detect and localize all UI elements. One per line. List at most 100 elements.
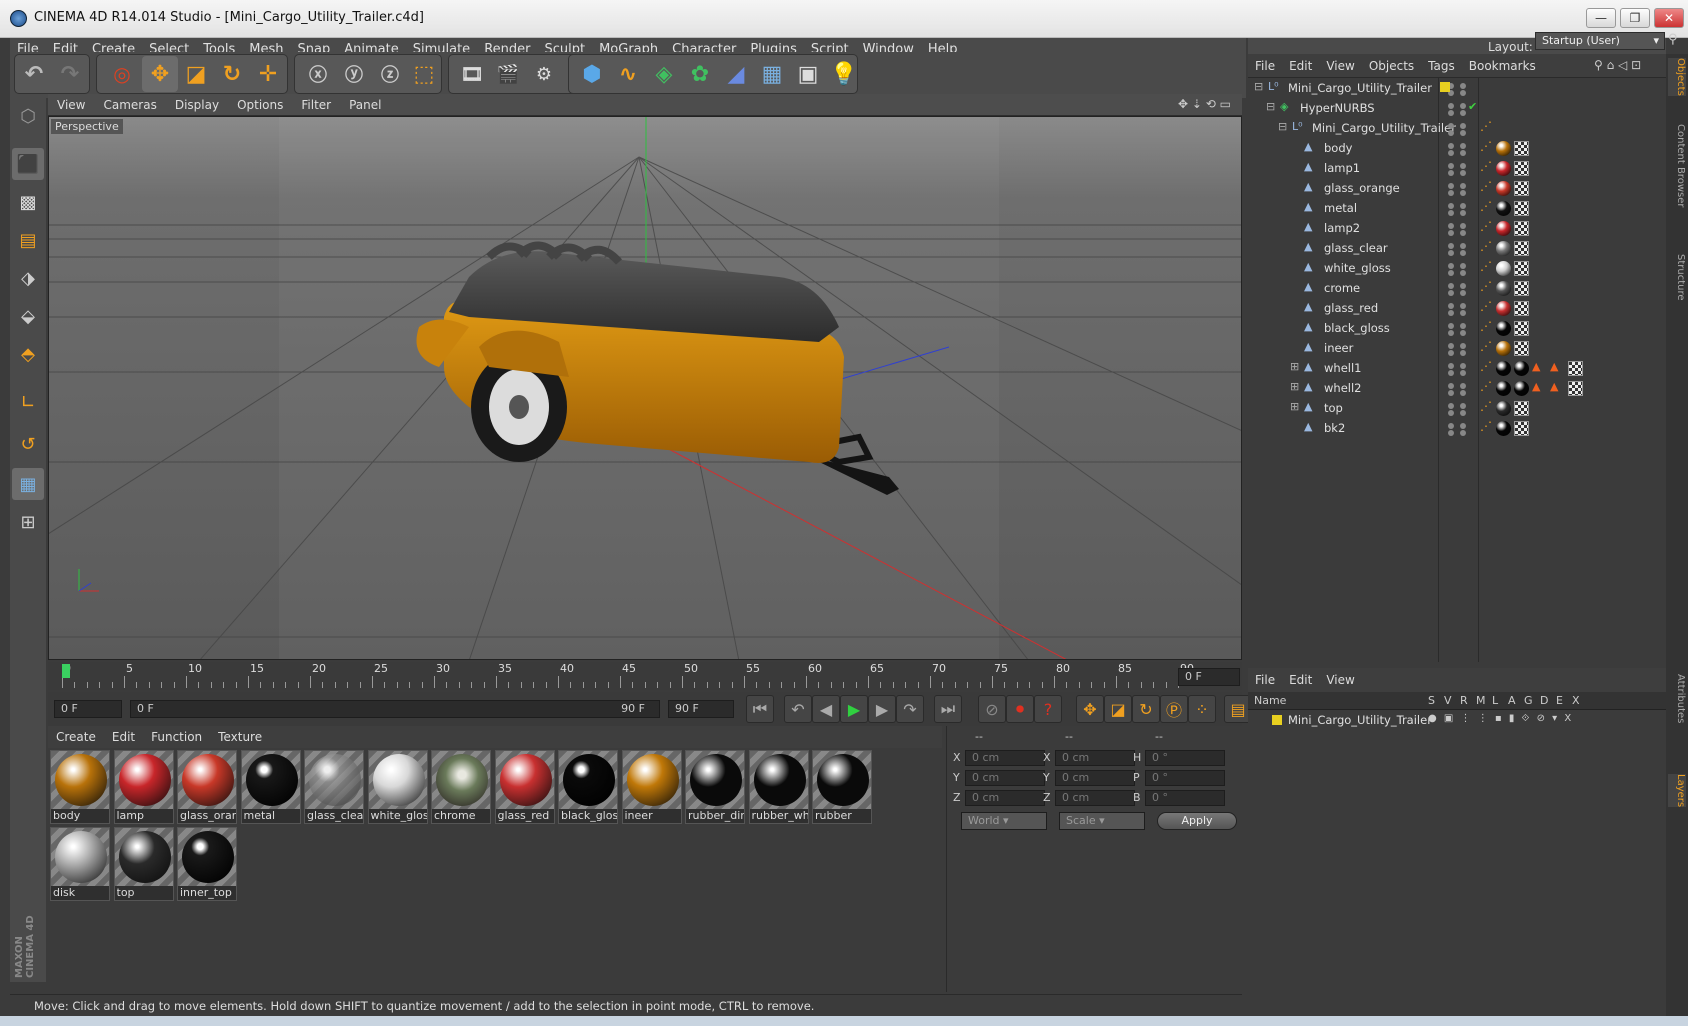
visibility-dot[interactable] (1448, 290, 1454, 296)
timeline-ruler[interactable]: 051015202530354045505560657075808590 (48, 662, 1242, 690)
light-icon[interactable]: 💡 (826, 56, 862, 92)
undo-icon[interactable]: ↶ (16, 56, 52, 92)
object-row[interactable]: ▲ glass_clear ⋰ (1248, 238, 1666, 258)
visibility-dot[interactable] (1448, 430, 1454, 436)
visibility-dot[interactable] (1460, 363, 1466, 369)
uvw-tag-icon[interactable] (1514, 241, 1529, 256)
visibility-dot[interactable] (1448, 330, 1454, 336)
uvw-tag-icon[interactable] (1514, 261, 1529, 276)
visibility-dot[interactable] (1448, 123, 1454, 129)
points-mode-icon[interactable]: ⬗ (12, 262, 44, 294)
visibility-dot[interactable] (1460, 390, 1466, 396)
warning-icon[interactable]: ▲ (1550, 360, 1558, 373)
material-swatch[interactable]: rubber (812, 750, 872, 824)
collapse-icon[interactable]: ⊟ (1266, 100, 1275, 113)
layer-color-swatch[interactable] (1272, 715, 1282, 725)
object-menu-view[interactable]: View (1319, 54, 1361, 78)
key-rotation-icon[interactable]: ↻ (1132, 695, 1160, 723)
layer-menu-file[interactable]: File (1248, 668, 1282, 692)
redo-icon[interactable]: ↷ (52, 56, 88, 92)
visibility-dot[interactable] (1448, 210, 1454, 216)
object-row[interactable]: ▲ glass_orange ⋰ (1248, 178, 1666, 198)
visibility-dot[interactable] (1448, 350, 1454, 356)
material-swatch[interactable]: white_glos (367, 750, 428, 824)
close-button[interactable]: ✕ (1654, 8, 1684, 28)
viewport-nav-icons[interactable]: ✥ ⇣ ⟲ ▭ (1178, 97, 1231, 111)
visibility-dot[interactable] (1460, 150, 1466, 156)
coord-value-field[interactable]: 0 cm (1055, 770, 1135, 786)
uvw-tag-icon[interactable] (1514, 181, 1529, 196)
expand-icon[interactable]: ⊞ (1290, 380, 1299, 393)
material-swatch[interactable]: chrome (431, 750, 491, 824)
visibility-dot[interactable] (1460, 243, 1466, 249)
x-axis-icon[interactable]: ⓧ (300, 56, 336, 92)
floor-icon[interactable]: ▦ (754, 56, 790, 92)
recent-tool-icon[interactable]: ✛ (250, 56, 286, 92)
visibility-dot[interactable] (1460, 423, 1466, 429)
object-row[interactable]: ▲ body ⋰ (1248, 138, 1666, 158)
material-tag-icon[interactable] (1496, 241, 1511, 256)
visibility-dot[interactable] (1448, 190, 1454, 196)
visibility-dot[interactable] (1448, 263, 1454, 269)
visibility-dot[interactable] (1460, 230, 1466, 236)
object-row[interactable]: ▲ metal ⋰ (1248, 198, 1666, 218)
layer-column-x[interactable]: X (1572, 694, 1580, 707)
phong-tag-icon[interactable]: ⋰ (1480, 199, 1492, 213)
collapse-icon[interactable]: ⊟ (1278, 120, 1287, 133)
autokey-icon[interactable]: ⏺ (1006, 695, 1034, 723)
key-position-icon[interactable]: ✥ (1076, 695, 1104, 723)
visibility-dot[interactable] (1448, 343, 1454, 349)
render-view-icon[interactable]: 🎞 (454, 56, 490, 92)
visibility-dot[interactable] (1448, 423, 1454, 429)
material-tag-icon[interactable] (1496, 181, 1511, 196)
object-row[interactable]: ▲ ineer ⋰ (1248, 338, 1666, 358)
cube-icon[interactable]: ⬢ (574, 56, 610, 92)
phong-tag-icon[interactable]: ⋰ (1480, 139, 1492, 153)
visibility-dot[interactable] (1460, 383, 1466, 389)
spline-pen-icon[interactable]: ∿ (610, 56, 646, 92)
viewport-menu-view[interactable]: View (48, 94, 94, 116)
material-tag-icon[interactable] (1496, 321, 1511, 336)
material-tag-icon[interactable] (1496, 281, 1511, 296)
object-row[interactable]: ▲ white_gloss ⋰ (1248, 258, 1666, 278)
record-keys-icon[interactable]: ⊘ (978, 695, 1006, 723)
phong-tag-icon[interactable]: ⋰ (1480, 159, 1492, 173)
material-swatch[interactable]: lamp (113, 750, 174, 824)
layer-column-a[interactable]: A (1508, 694, 1516, 707)
viewport-menu-cameras[interactable]: Cameras (94, 94, 165, 116)
end-frame-field[interactable]: 90 F (668, 700, 734, 718)
visibility-dot[interactable] (1460, 410, 1466, 416)
visibility-dot[interactable] (1460, 270, 1466, 276)
visibility-dot[interactable] (1448, 270, 1454, 276)
visibility-dot[interactable] (1460, 343, 1466, 349)
visibility-dot[interactable] (1448, 250, 1454, 256)
material-tag-icon[interactable] (1496, 201, 1511, 216)
previous-frame-icon[interactable]: ◀ (812, 695, 840, 723)
visibility-dot[interactable] (1460, 143, 1466, 149)
material-tag-icon[interactable] (1496, 401, 1511, 416)
uvw-tag-icon[interactable] (1568, 381, 1583, 396)
goto-previous-key-icon[interactable]: ↶ (784, 695, 812, 723)
coord-value-field[interactable]: 0 cm (1055, 750, 1135, 766)
phong-tag-icon[interactable]: ⋰ (1480, 219, 1492, 233)
array-icon[interactable]: ✿ (682, 56, 718, 92)
deformer-icon[interactable]: ◢ (718, 56, 754, 92)
start-frame-field[interactable]: 0 F (54, 700, 122, 718)
material-tag-icon[interactable] (1496, 301, 1511, 316)
visibility-dot[interactable] (1460, 370, 1466, 376)
material-tag-icon[interactable] (1496, 421, 1511, 436)
key-scale-icon[interactable]: ◪ (1104, 695, 1132, 723)
visibility-dot[interactable] (1448, 230, 1454, 236)
minimize-button[interactable]: — (1586, 8, 1616, 28)
object-row[interactable]: ▲ lamp1 ⋰ (1248, 158, 1666, 178)
visibility-dot[interactable] (1460, 203, 1466, 209)
coord-value-field[interactable]: 0 cm (965, 790, 1045, 806)
material-swatch[interactable]: disk (50, 827, 110, 901)
current-frame-field[interactable]: 0 F (1178, 668, 1240, 686)
key-pla-icon[interactable]: ⁘ (1188, 695, 1216, 723)
next-frame-icon[interactable]: ▶ (868, 695, 896, 723)
viewport-menu-panel[interactable]: Panel (340, 94, 390, 116)
material-swatch[interactable]: black_glos (558, 750, 618, 824)
layer-column-m[interactable]: M (1476, 694, 1486, 707)
coord-value-field[interactable]: 0 cm (1055, 790, 1135, 806)
